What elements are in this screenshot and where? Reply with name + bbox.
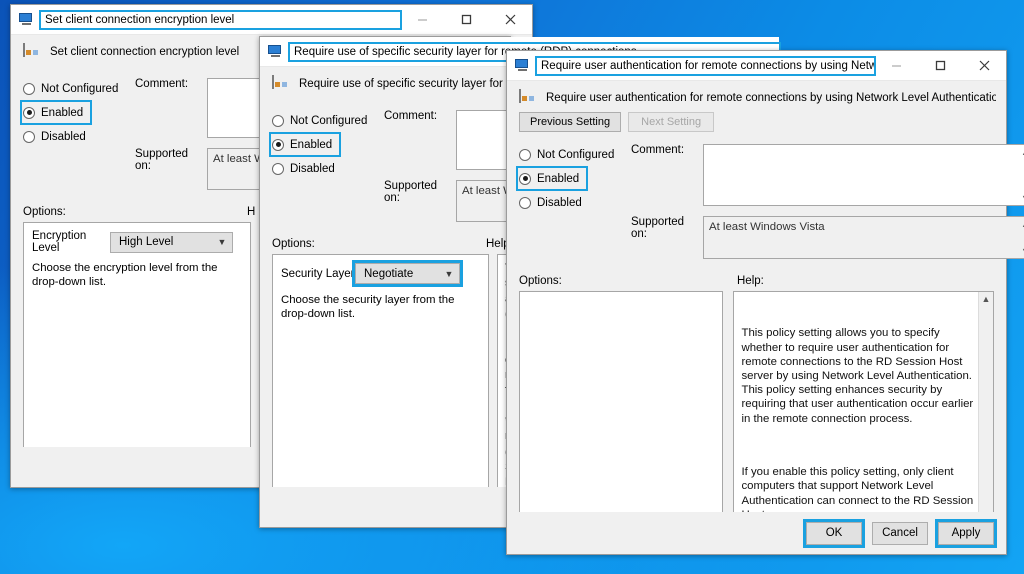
policy-document-icon <box>23 43 41 60</box>
dialog1-radio-disabled[interactable]: Disabled <box>23 126 135 147</box>
dialog2-security-layer-combo[interactable]: Negotiate ▼ <box>352 260 463 287</box>
radio-label: Disabled <box>537 196 582 209</box>
radio-circle-icon <box>519 148 531 161</box>
computer-icon <box>515 58 531 73</box>
dialog1-help-label: H <box>247 206 256 218</box>
maximize-icon[interactable] <box>444 5 488 35</box>
ok-button[interactable]: OK <box>803 518 865 548</box>
dialog1-options-label: Options: <box>23 206 66 218</box>
radio-label: Enabled <box>290 138 333 151</box>
computer-icon <box>19 12 35 27</box>
dialog3-radio-enabled[interactable]: Enabled <box>515 166 589 191</box>
dialog1-options-panel: Encryption Level High Level ▼ Choose the… <box>23 222 251 485</box>
dialog3-supported-value: At least Windows Vista <box>709 221 825 233</box>
dialog1-radio-not-configured[interactable]: Not Configured <box>23 78 135 99</box>
radio-label: Not Configured <box>537 148 615 161</box>
dialog3-comment-label: Comment: <box>631 144 685 156</box>
policy-document-icon <box>519 89 537 106</box>
dialog1-radio-enabled[interactable]: Enabled <box>19 100 93 125</box>
minimize-icon[interactable] <box>874 51 918 81</box>
dialog3-help-label: Help: <box>737 275 764 287</box>
supported-scrollbar[interactable]: ▲ ▼ <box>1019 217 1024 258</box>
dialog3-button-bar: OK Cancel Apply <box>507 512 1006 554</box>
radio-circle-icon <box>23 106 35 119</box>
dialog1-encryption-level-label: Encryption Level <box>32 230 87 254</box>
dialog2-options-label: Options: <box>272 238 315 250</box>
dialog3-radio-not-configured[interactable]: Not Configured <box>519 144 631 165</box>
dialog2-supported-label: Supported on: <box>384 180 438 204</box>
dialog3-comment-field[interactable]: ▲ ▼ <box>703 144 1024 206</box>
radio-circle-icon <box>272 114 284 127</box>
chevron-down-icon: ▼ <box>444 268 454 279</box>
dialog2-radio-enabled[interactable]: Enabled <box>268 132 342 157</box>
radio-label: Not Configured <box>41 82 119 95</box>
dialog3-title: Require user authentication for remote c… <box>535 55 876 76</box>
dialog1-supported-label: Supported on: <box>135 148 189 172</box>
dialog3-options-panel <box>519 291 724 524</box>
dialog3-supported-label: Supported on: <box>631 216 685 240</box>
dialog1-title: Set client connection encryption level <box>39 9 402 30</box>
radio-label: Enabled <box>41 106 84 119</box>
chevron-down-icon: ▼ <box>217 237 227 247</box>
dialog3-nav-row: Previous Setting Next Setting <box>507 110 1006 138</box>
dialog3-supported-field: At least Windows Vista ▲ ▼ <box>703 216 1024 259</box>
radio-circle-icon <box>272 162 284 175</box>
help-scrollbar[interactable]: ▲ ▼ <box>978 292 993 523</box>
radio-circle-icon <box>23 130 35 143</box>
dialog3-options-label: Options: <box>519 275 562 287</box>
close-icon[interactable] <box>962 51 1006 81</box>
help-paragraph: This policy setting allows you to specif… <box>741 327 977 425</box>
dialog2-options-panel: Security Layer Negotiate ▼ Choose the se… <box>272 254 489 519</box>
dialog-require-specific-security-layer[interactable]: Require use of specific security layer f… <box>259 36 781 528</box>
dialog3-header: Require user authentication for remote c… <box>507 81 1006 110</box>
dialog2-state-group[interactable]: Not Configured Enabled Disabled <box>268 110 384 222</box>
radio-circle-icon <box>272 138 284 151</box>
radio-label: Not Configured <box>290 114 368 127</box>
policy-document-icon <box>272 75 290 92</box>
dialog2-security-layer-label: Security Layer <box>281 267 355 280</box>
dialog1-titlebar[interactable]: Set client connection encryption level <box>11 5 532 35</box>
next-setting-button: Next Setting <box>628 112 715 132</box>
radio-circle-icon <box>519 172 531 185</box>
dialog2-comment-label: Comment: <box>384 110 438 122</box>
radio-circle-icon <box>519 196 531 209</box>
radio-label: Enabled <box>537 172 580 185</box>
dialog3-help-text: This policy setting allows you to specif… <box>734 292 993 523</box>
apply-button[interactable]: Apply <box>935 518 997 548</box>
radio-label: Disabled <box>290 162 335 175</box>
dialog1-comment-label: Comment: <box>135 78 189 90</box>
dialog3-header-text: Require user authentication for remote c… <box>546 92 996 104</box>
previous-setting-button[interactable]: Previous Setting <box>519 112 622 132</box>
dialog3-radio-disabled[interactable]: Disabled <box>519 192 631 213</box>
minimize-icon[interactable] <box>400 5 444 35</box>
comment-scrollbar[interactable]: ▲ ▼ <box>1019 145 1024 205</box>
dialog1-state-group[interactable]: Not Configured Enabled Disabled <box>19 78 135 190</box>
dialog2-setting-hint: Choose the security layer from the drop-… <box>281 294 455 320</box>
maximize-icon[interactable] <box>918 51 962 81</box>
close-icon[interactable] <box>488 5 532 35</box>
dialog1-encryption-level-combo[interactable]: High Level ▼ <box>110 231 233 253</box>
dialog1-encryption-level-value: High Level <box>119 236 174 248</box>
dialog2-radio-not-configured[interactable]: Not Configured <box>272 110 384 131</box>
dialog3-state-group[interactable]: Not Configured Enabled Disabled <box>515 144 631 259</box>
dialog1-header-text: Set client connection encryption level <box>50 46 240 58</box>
dialog3-help-panel: This policy setting allows you to specif… <box>733 291 994 524</box>
scroll-up-icon[interactable]: ▲ <box>982 292 991 306</box>
computer-icon <box>268 44 284 59</box>
dialog1-setting-hint: Choose the encryption level from the dro… <box>32 262 218 288</box>
dialog2-security-layer-value: Negotiate <box>364 267 414 280</box>
dialog3-titlebar[interactable]: Require user authentication for remote c… <box>507 51 1006 81</box>
radio-label: Disabled <box>41 130 86 143</box>
radio-circle-icon <box>23 82 35 95</box>
dialog2-radio-disabled[interactable]: Disabled <box>272 158 384 179</box>
cancel-button[interactable]: Cancel <box>872 521 928 545</box>
dialog-require-nla[interactable]: Require user authentication for remote c… <box>506 50 1024 555</box>
